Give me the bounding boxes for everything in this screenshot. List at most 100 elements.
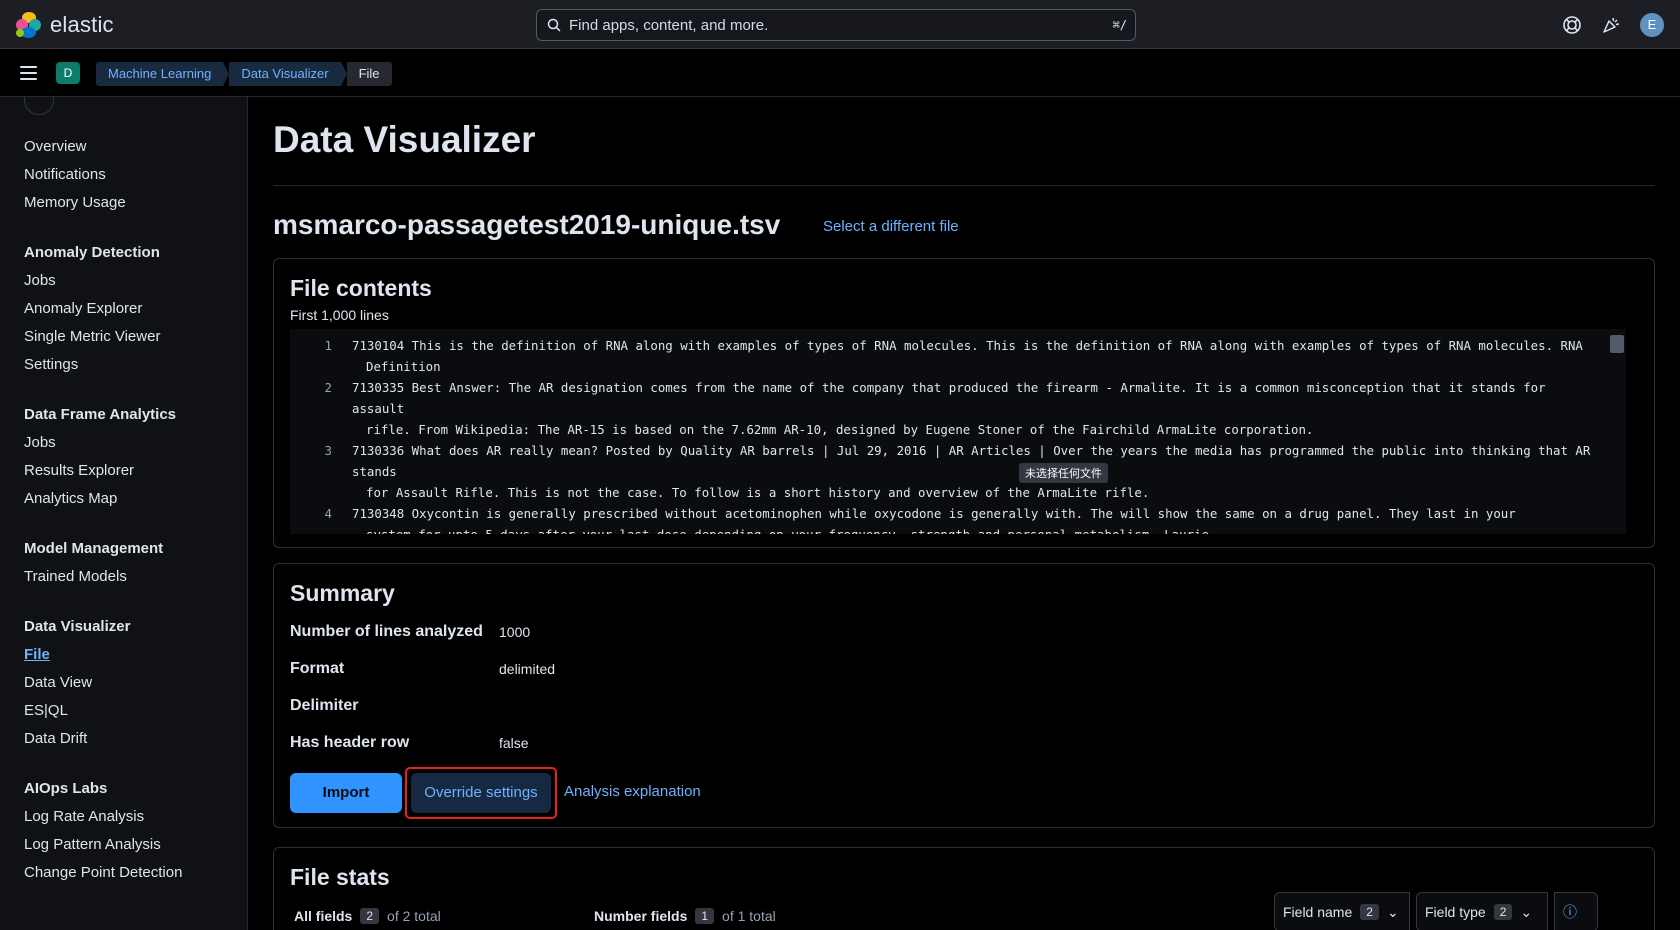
summary-key: Has header row: [290, 734, 410, 751]
summary-key: Number of lines analyzed: [290, 623, 483, 640]
sidebar-item[interactable]: Jobs: [24, 267, 234, 295]
all-fields-filter[interactable]: All fields 2 of 2 total: [294, 908, 441, 924]
global-search-input[interactable]: Find apps, content, and more. ⌘/: [536, 9, 1136, 41]
sidebar-item[interactable]: Anomaly Explorer: [24, 295, 234, 323]
sidebar-item[interactable]: File: [24, 641, 234, 669]
import-button[interactable]: Import: [290, 773, 402, 813]
code-line: 1 7130104 This is the definition of RNA a…: [290, 335, 1626, 377]
all-fields-total: of 2 total: [387, 908, 441, 924]
divider: [273, 185, 1655, 186]
select-different-file-link[interactable]: Select a different file: [823, 218, 959, 235]
field-name-count: 2: [1360, 904, 1379, 920]
sidebar-item[interactable]: Trained Models: [24, 563, 234, 591]
summary-value: 1000: [499, 624, 531, 640]
number-fields-total: of 1 total: [722, 908, 776, 924]
sidebar-item[interactable]: Data View: [24, 669, 234, 697]
override-settings-button[interactable]: Override settings: [411, 773, 551, 813]
sidebar-group-heading: Data Frame Analytics: [24, 406, 177, 423]
field-type-count: 2: [1493, 904, 1513, 920]
user-avatar[interactable]: E: [1640, 13, 1664, 37]
line-number: 3: [324, 443, 332, 458]
search-placeholder: Find apps, content, and more.: [569, 16, 769, 34]
line-text: 7130348 Oxycontin is generally prescribe…: [352, 506, 1516, 521]
sidebar-item[interactable]: Notifications: [24, 161, 234, 189]
sidebar-item[interactable]: Change Point Detection: [24, 859, 234, 887]
sidebar-item[interactable]: Log Pattern Analysis: [24, 831, 234, 859]
sidebar-item[interactable]: Settings: [24, 351, 234, 379]
line-text-wrap: for Assault Rifle. This is not the case.…: [366, 485, 1150, 500]
sidebar-item[interactable]: Single Metric Viewer: [24, 323, 234, 351]
main-content: Data Visualizer msmarco-passagetest2019-…: [249, 97, 1680, 930]
line-number: 2: [324, 380, 332, 395]
sidebar-item[interactable]: Results Explorer: [24, 457, 234, 485]
file-input-tooltip: 未选择任何文件: [1019, 463, 1108, 483]
field-name-label: Field name: [1283, 904, 1353, 920]
info-icon: ⓘ: [1563, 904, 1577, 920]
sidebar-item[interactable]: Data Drift: [24, 725, 234, 753]
search-icon: [547, 18, 561, 32]
search-shortcut: ⌘/: [1112, 18, 1127, 32]
line-text-wrap: rifle. From Wikipedia: The AR-15 is base…: [366, 422, 1314, 437]
line-text-wrap: system for upto 5 days after your last d…: [352, 524, 1596, 534]
elastic-logo-icon: [16, 12, 42, 38]
breadcrumb-data-visualizer[interactable]: Data Visualizer: [229, 62, 347, 86]
summary-value: delimited: [499, 661, 556, 677]
line-text: 7130104 This is the definition of RNA al…: [352, 338, 1583, 353]
file-contents-code[interactable]: 1 7130104 This is the definition of RNA a…: [290, 329, 1626, 534]
logo-text: elastic: [50, 12, 114, 37]
all-fields-count: 2: [360, 908, 380, 924]
sidebar-group-heading: Model Management: [24, 540, 164, 557]
summary-key: Delimiter: [290, 697, 359, 714]
file-name: msmarco-passagetest2019-unique.tsv: [273, 209, 781, 240]
top-header: elastic Find apps, content, and more. ⌘/…: [0, 0, 1680, 49]
all-fields-label: All fields: [294, 908, 353, 924]
sidebar-item[interactable]: Memory Usage: [24, 189, 234, 217]
code-line: 4 7130348 Oxycontin is generally prescrib…: [290, 503, 1626, 534]
elastic-logo[interactable]: elastic: [16, 12, 114, 38]
line-number: 4: [324, 506, 332, 521]
summary-row-format: Format delimited: [290, 657, 555, 681]
space-avatar[interactable]: D: [56, 62, 80, 84]
line-text-wrap: Definition: [366, 359, 441, 374]
code-line: 2 7130335 Best Answer: The AR designation…: [290, 377, 1626, 440]
sidebar-item[interactable]: Analytics Map: [24, 485, 234, 513]
help-icon[interactable]: [1561, 14, 1583, 36]
newsfeed-icon[interactable]: [1600, 14, 1622, 36]
sidebar-group-heading: Anomaly Detection: [24, 244, 160, 261]
chevron-down-icon: ⌄: [1520, 903, 1533, 920]
file-contents-panel: File contents First 1,000 lines 1 7130104…: [273, 258, 1655, 548]
summary-title: Summary: [290, 580, 395, 606]
summary-row-lines: Number of lines analyzed 1000: [290, 620, 530, 644]
summary-row-header: Has header row false: [290, 731, 529, 755]
info-button[interactable]: ⓘ: [1554, 892, 1598, 930]
sidebar-header-icon: [24, 97, 54, 115]
summary-row-delimiter: Delimiter: [290, 694, 499, 718]
sidebar-group-heading: Data Visualizer: [24, 618, 131, 635]
sidebar-item[interactable]: Log Rate Analysis: [24, 803, 234, 831]
chevron-down-icon: ⌄: [1386, 903, 1399, 920]
analysis-explanation-link[interactable]: Analysis explanation: [564, 783, 701, 800]
file-contents-title: File contents: [290, 275, 432, 301]
sidebar-item[interactable]: Overview: [24, 133, 234, 161]
field-type-label: Field type: [1425, 904, 1486, 920]
line-text: 7130335 Best Answer: The AR designation …: [352, 380, 1546, 416]
file-contents-subtitle: First 1,000 lines: [290, 307, 389, 323]
number-fields-filter[interactable]: Number fields 1 of 1 total: [594, 908, 776, 924]
summary-value: false: [499, 735, 529, 751]
number-fields-label: Number fields: [594, 908, 688, 924]
summary-key: Format: [290, 660, 345, 677]
ml-sidebar: Overview Notifications Memory Usage Anomaly…: [0, 97, 248, 930]
breadcrumb-bar: D Machine Learning Data Visualizer File: [0, 49, 1680, 97]
file-stats-title: File stats: [290, 864, 390, 890]
sidebar-item[interactable]: ES|QL: [24, 697, 234, 725]
breadcrumb: Machine Learning Data Visualizer File: [96, 62, 398, 86]
breadcrumb-machine-learning[interactable]: Machine Learning: [96, 62, 230, 86]
sidebar-item[interactable]: Jobs: [24, 429, 234, 457]
menu-toggle-icon[interactable]: [20, 66, 37, 80]
code-line: 3 7130336 What does AR really mean? Poste…: [290, 440, 1626, 503]
sidebar-nav: Overview Notifications Memory Usage Anomaly…: [24, 133, 234, 887]
number-fields-count: 1: [695, 908, 715, 924]
field-type-filter[interactable]: Field type 2 ⌄: [1416, 892, 1548, 930]
field-name-filter[interactable]: Field name 2 ⌄: [1274, 892, 1410, 930]
page-title: Data Visualizer: [273, 119, 536, 160]
